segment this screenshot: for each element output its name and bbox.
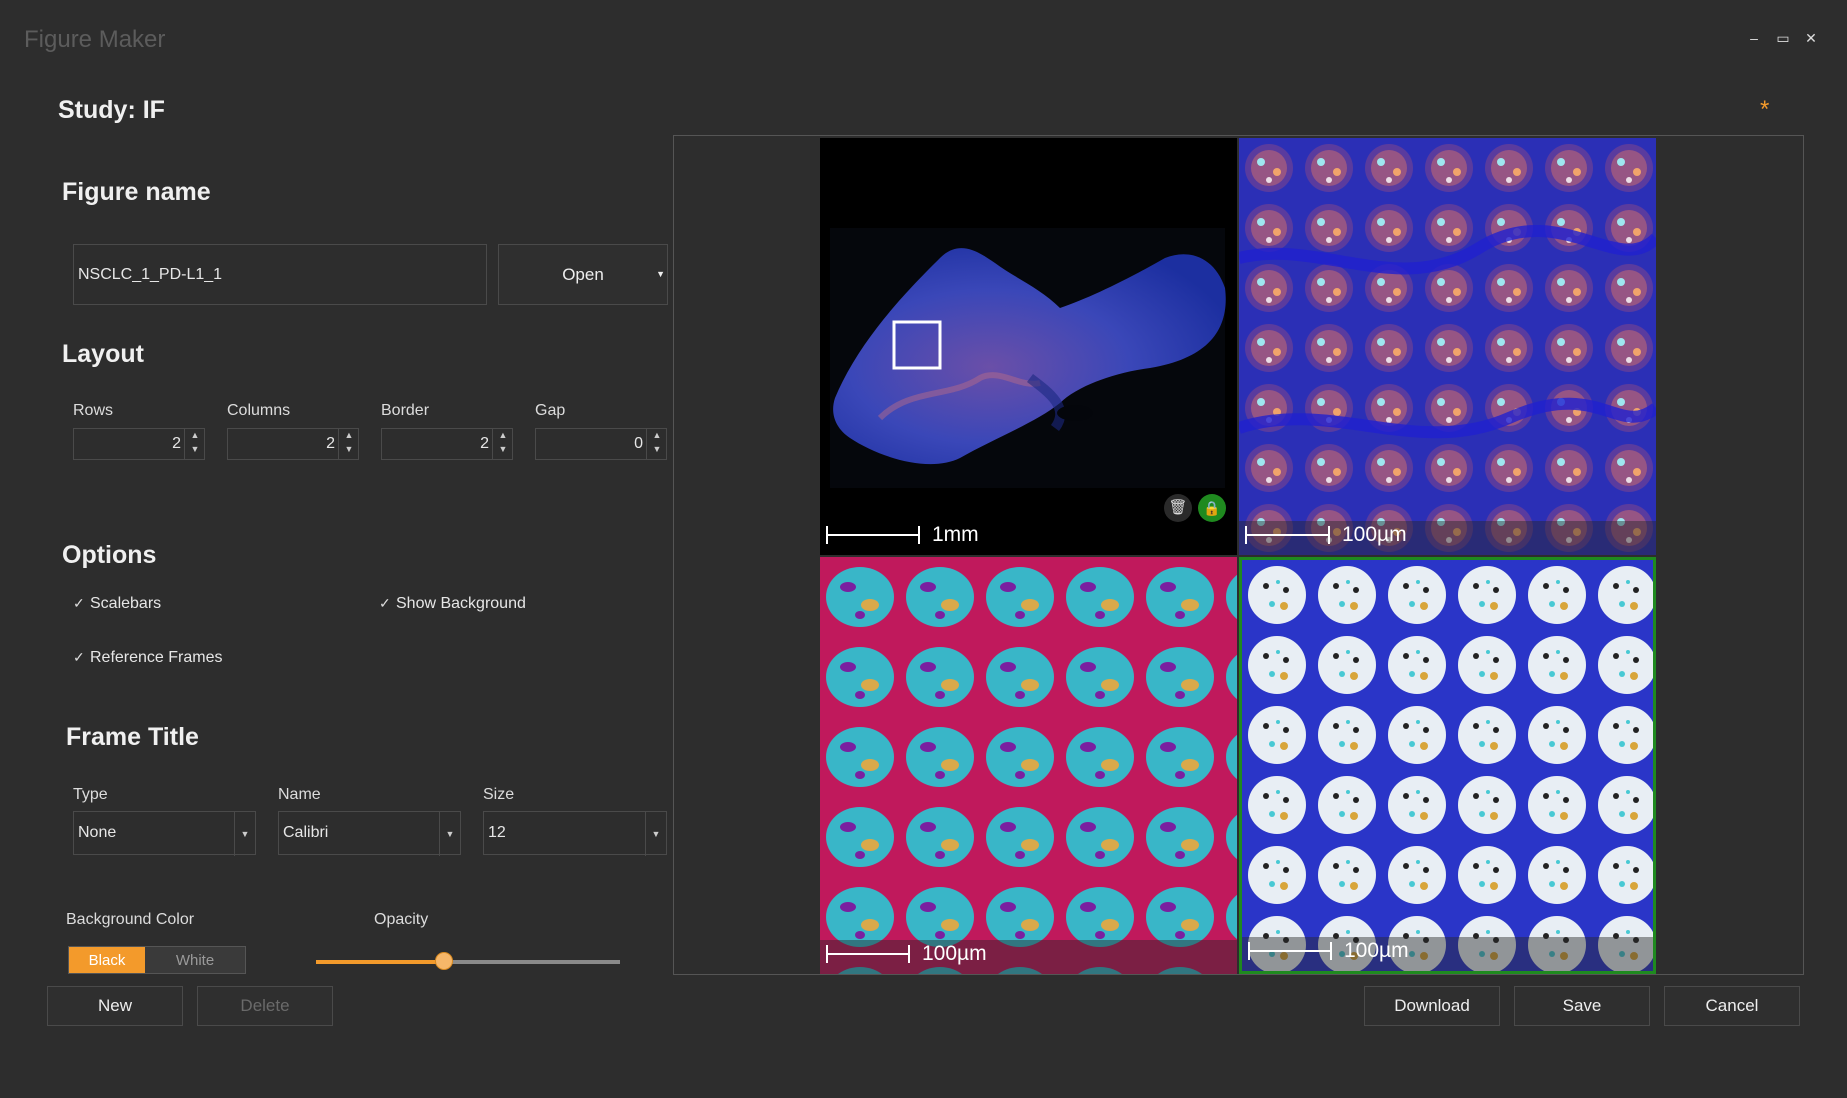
reference-frames-checkbox[interactable]: ✓ Reference Frames [73, 649, 223, 667]
opacity-slider-fill [316, 960, 444, 964]
border-stepper[interactable]: ▲ ▼ [492, 428, 513, 460]
scalebar-line [1248, 942, 1332, 960]
layout-heading: Layout [62, 340, 144, 368]
scalebar-line [826, 526, 920, 544]
size-value: 12 [488, 824, 506, 841]
scalebar: 100µm [1245, 523, 1407, 547]
open-label: Open [562, 264, 604, 284]
black-option[interactable]: Black [69, 947, 145, 973]
save-button[interactable]: Save [1514, 986, 1650, 1026]
scalebars-label: Scalebars [90, 595, 162, 612]
columns-stepper[interactable]: ▲ ▼ [338, 428, 359, 460]
figure-preview-panel: 🗑 🔒 1mm 100µm 100µm 100µm [673, 135, 1804, 975]
chevron-down-icon[interactable]: ▼ [339, 442, 359, 456]
scalebar: 1mm [826, 523, 979, 547]
new-button[interactable]: New [47, 986, 183, 1026]
figure-name-value: NSCLC_1_PD-L1_1 [78, 266, 223, 283]
border-spinbox[interactable]: 2 ▲ ▼ [381, 428, 513, 460]
gap-value: 0 [634, 435, 643, 452]
figure-tile-2[interactable]: 100µm [1239, 138, 1656, 555]
opacity-label: Opacity [374, 911, 429, 928]
rows-label: Rows [73, 402, 114, 419]
figure-tile-4-selected[interactable]: 100µm [1239, 557, 1656, 974]
columns-label: Columns [227, 402, 291, 419]
download-button[interactable]: Download [1364, 986, 1500, 1026]
rows-stepper[interactable]: ▲ ▼ [184, 428, 205, 460]
type-dropdown[interactable]: None ▼ [73, 811, 256, 856]
minimize-button[interactable]: – [1745, 30, 1763, 46]
chevron-down-icon: ▼ [656, 269, 665, 279]
chevron-down-icon[interactable]: ▼ [493, 442, 513, 456]
scalebar: 100µm [1248, 939, 1409, 963]
scalebar-label: 100µm [1342, 523, 1407, 546]
chevron-up-icon[interactable]: ▲ [185, 428, 205, 442]
font-name-dropdown[interactable]: Calibri ▼ [278, 811, 461, 856]
scalebar-label: 100µm [922, 942, 987, 965]
study-title: Study: IF [58, 96, 165, 124]
figure-tile-overview[interactable]: 🗑 🔒 1mm [820, 138, 1237, 555]
background-color-toggle[interactable]: Black White [68, 946, 246, 974]
open-button[interactable]: Open ▼ [498, 244, 668, 305]
size-dropdown[interactable]: 12 ▼ [483, 811, 667, 856]
reference-frames-label: Reference Frames [90, 649, 223, 666]
type-label: Type [73, 786, 108, 803]
chevron-up-icon[interactable]: ▲ [647, 428, 667, 442]
close-button[interactable]: ✕ [1802, 30, 1820, 47]
trash-icon[interactable]: 🗑 [1164, 494, 1192, 522]
checkmark-icon: ✓ [379, 595, 391, 611]
scalebar-label: 1mm [932, 523, 979, 546]
rows-spinbox[interactable]: 2 ▲ ▼ [73, 428, 205, 460]
figure-name-input[interactable]: NSCLC_1_PD-L1_1 [73, 244, 487, 305]
scalebar-line [1245, 526, 1330, 544]
size-label: Size [483, 786, 515, 803]
figure-name-heading: Figure name [62, 178, 211, 206]
type-value: None [78, 824, 117, 841]
font-name-value: Calibri [283, 824, 329, 841]
opacity-slider-thumb[interactable] [434, 952, 453, 970]
chevron-down-icon[interactable]: ▼ [234, 812, 255, 856]
background-color-label: Background Color [66, 911, 195, 928]
segmentation-image [820, 557, 1237, 974]
chevron-down-icon[interactable]: ▼ [647, 442, 667, 456]
chevron-down-icon[interactable]: ▼ [185, 442, 205, 456]
checkmark-icon: ✓ [73, 649, 85, 665]
scalebar-label: 100µm [1344, 939, 1409, 962]
gap-label: Gap [535, 402, 566, 419]
scalebars-checkbox[interactable]: ✓ Scalebars [73, 595, 161, 613]
scalebar: 100µm [826, 942, 987, 966]
columns-spinbox[interactable]: 2 ▲ ▼ [227, 428, 359, 460]
border-label: Border [381, 402, 430, 419]
font-name-label: Name [278, 786, 321, 803]
frame-title-heading: Frame Title [66, 723, 199, 751]
unsaved-indicator: * [1760, 96, 1770, 123]
lock-icon[interactable]: 🔒 [1198, 494, 1226, 522]
checkmark-icon: ✓ [73, 595, 85, 611]
if-zoom-image [1239, 138, 1656, 555]
rows-value: 2 [172, 435, 181, 452]
phenotype-image [1242, 560, 1653, 971]
cancel-button[interactable]: Cancel [1664, 986, 1800, 1026]
border-value: 2 [480, 435, 489, 452]
tissue-overview-image [820, 138, 1237, 555]
columns-value: 2 [326, 435, 335, 452]
chevron-down-icon[interactable]: ▼ [439, 812, 460, 856]
scalebar-line [826, 945, 910, 963]
figure-tile-3[interactable]: 100µm [820, 557, 1237, 974]
delete-button[interactable]: Delete [197, 986, 333, 1026]
chevron-up-icon[interactable]: ▲ [339, 428, 359, 442]
options-heading: Options [62, 541, 157, 569]
chevron-up-icon[interactable]: ▲ [493, 428, 513, 442]
show-background-label: Show Background [396, 595, 526, 612]
maximize-button[interactable]: ▭ [1774, 30, 1792, 47]
white-option[interactable]: White [145, 947, 245, 973]
window-title: Figure Maker [24, 26, 166, 53]
show-background-checkbox[interactable]: ✓ Show Background [379, 595, 526, 613]
gap-stepper[interactable]: ▲ ▼ [646, 428, 667, 460]
gap-spinbox[interactable]: 0 ▲ ▼ [535, 428, 667, 460]
chevron-down-icon[interactable]: ▼ [645, 812, 666, 856]
